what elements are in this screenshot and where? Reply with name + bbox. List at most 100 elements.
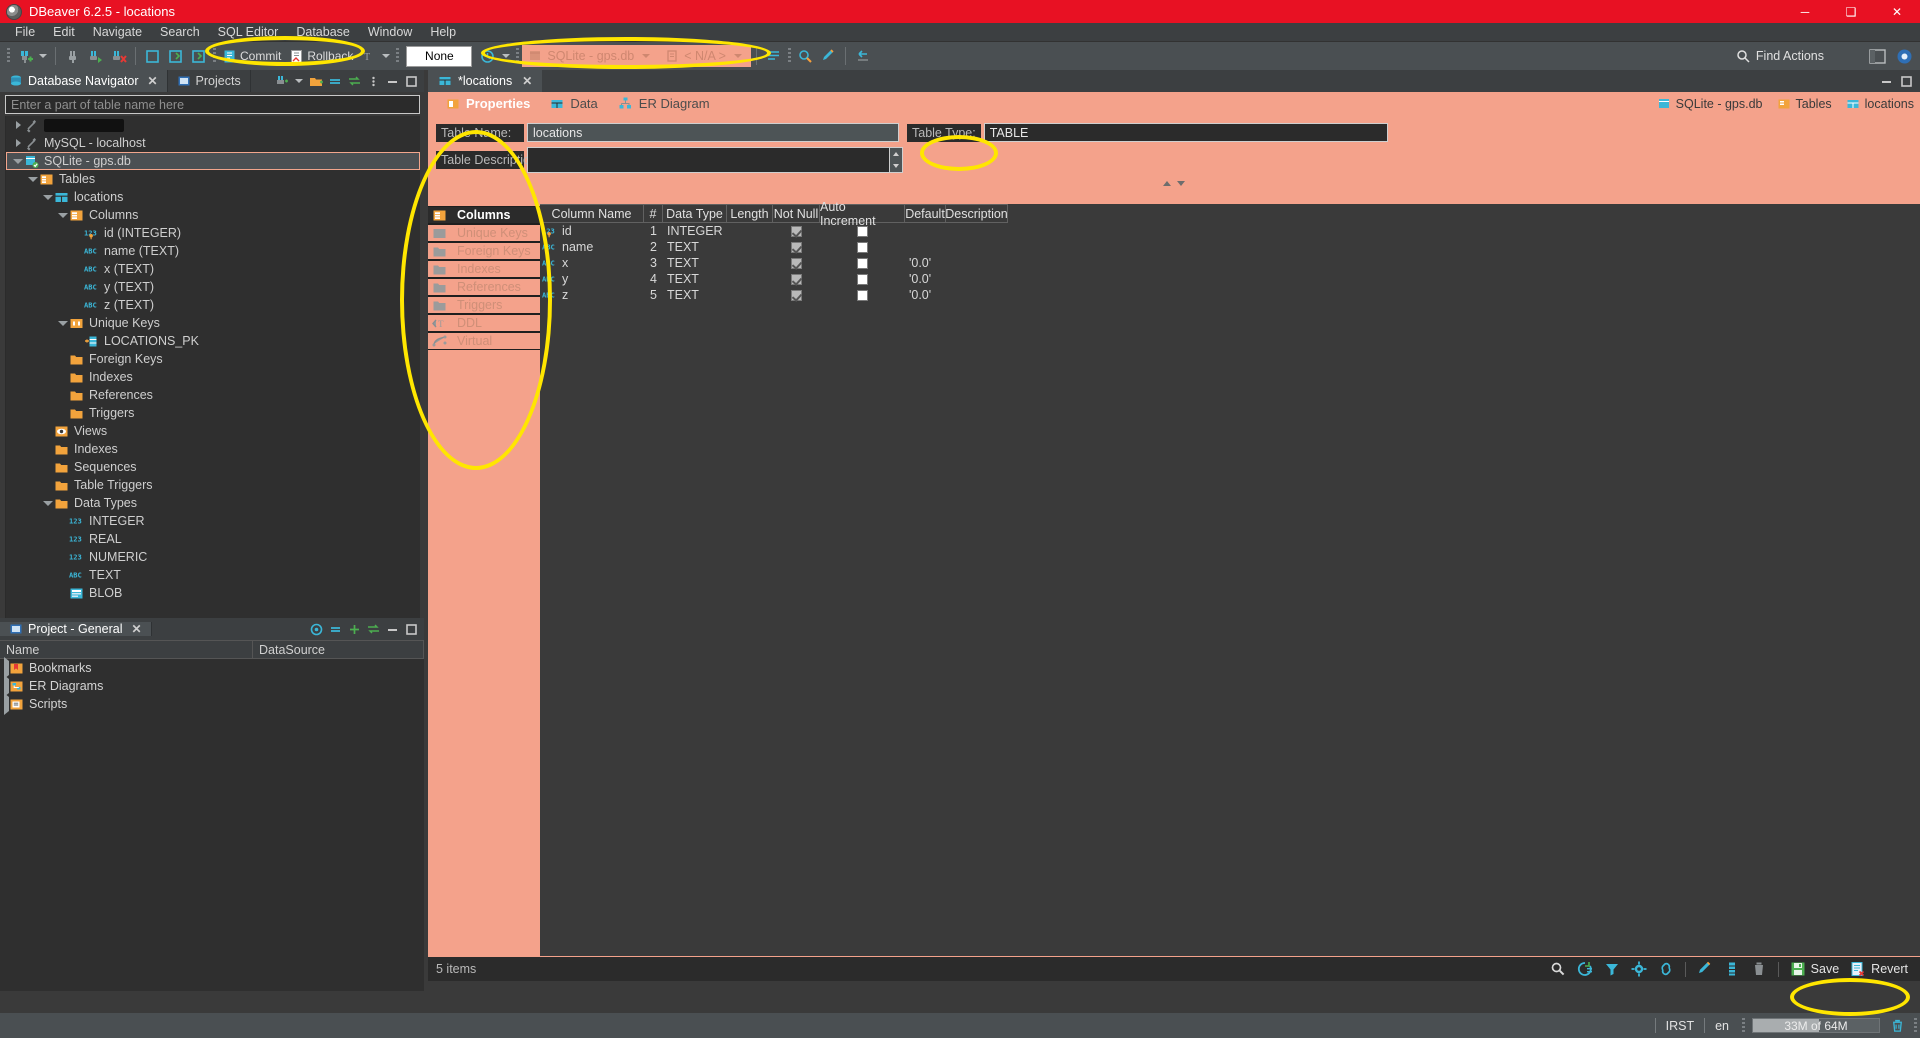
menu-file[interactable]: File — [6, 23, 44, 42]
edit-button[interactable] — [817, 45, 840, 67]
expand-arrow-icon[interactable] — [12, 121, 24, 129]
close-button[interactable]: ✕ — [1874, 0, 1920, 23]
auto-commit-dropdown[interactable] — [502, 54, 511, 58]
checkbox-auto-increment[interactable] — [857, 289, 868, 301]
collapse-all-icon[interactable] — [327, 73, 344, 90]
cell-auto-increment[interactable] — [820, 223, 905, 239]
grid-row[interactable]: ABC z 5 TEXT '0.0' — [540, 287, 1920, 303]
section-tab-ddl[interactable]: T DDL — [428, 314, 540, 332]
toolbar-grip[interactable] — [516, 48, 520, 64]
grid-row[interactable]: ABC x 3 TEXT '0.0' — [540, 255, 1920, 271]
grid-header-not-null[interactable]: Not Null — [773, 204, 820, 223]
toolbar-grip[interactable] — [7, 48, 10, 64]
refresh-grid-icon[interactable] — [1577, 961, 1593, 977]
collapse-all-icon[interactable] — [327, 621, 344, 638]
tree-item-sqlite-gps-db[interactable]: SQLite - gps.db — [6, 152, 420, 170]
transaction-mode-button[interactable]: T — [358, 45, 379, 67]
auto-commit-toggle[interactable] — [476, 45, 499, 67]
project-row[interactable]: Bookmarks — [0, 657, 424, 679]
link-grid-icon[interactable] — [1658, 961, 1674, 977]
tree-item-integer[interactable]: 123 INTEGER — [6, 512, 420, 530]
close-icon[interactable]: ✕ — [522, 74, 532, 88]
tree-item-blob[interactable]: BLOB — [6, 584, 420, 602]
tree-item-name-text[interactable]: ABC name (TEXT) — [6, 242, 420, 260]
maximize-panel-icon[interactable] — [403, 73, 420, 90]
terminate-connection-button[interactable] — [107, 45, 130, 67]
breadcrumb-item-table[interactable]: locations — [1846, 97, 1914, 111]
grid-header-column-name[interactable]: Column Name — [540, 204, 644, 223]
maximize-panel-icon[interactable] — [1898, 73, 1915, 90]
search-metadata-button[interactable] — [794, 45, 817, 67]
expand-arrow-icon[interactable] — [12, 139, 24, 147]
back-navigation-button[interactable] — [851, 45, 874, 67]
active-schema-selector[interactable]: < N/A > — [659, 45, 751, 67]
new-connection-dropdown[interactable] — [39, 54, 47, 58]
rollback-button[interactable]: Rollback — [286, 45, 358, 67]
active-connection-selector[interactable]: SQLite - gps.db — [522, 45, 660, 67]
collapse-arrow-icon[interactable] — [57, 212, 69, 218]
project-row[interactable]: Scripts — [0, 693, 424, 715]
menu-database[interactable]: Database — [287, 23, 359, 42]
table-filter-input[interactable]: Enter a part of table name here — [5, 95, 420, 114]
cell-not-null[interactable] — [773, 255, 820, 271]
checkbox-not-null[interactable] — [791, 257, 802, 269]
tab-properties[interactable]: Properties — [436, 92, 540, 115]
close-icon[interactable]: ✕ — [131, 622, 141, 636]
tree-item-x-text[interactable]: ABC x (TEXT) — [6, 260, 420, 278]
connection-dropdown-caret[interactable] — [642, 54, 651, 58]
menu-sql-editor[interactable]: SQL Editor — [209, 23, 288, 42]
columns-grid-body[interactable]: 123 id 1 INTEGER ABC name 2 TEXT ABC x 3 TEXT '0.0' A… — [540, 223, 1920, 303]
cell-not-null[interactable] — [773, 223, 820, 239]
grid-header-description[interactable]: Description — [945, 204, 1008, 223]
tree-item-views[interactable]: Views — [6, 422, 420, 440]
commit-button[interactable]: Commit — [219, 45, 286, 67]
grid-header-length[interactable]: Length — [727, 204, 773, 223]
settings-gear-icon[interactable] — [1631, 961, 1647, 977]
tree-item-locations[interactable]: locations — [6, 188, 420, 206]
tree-item-z-text[interactable]: ABC z (TEXT) — [6, 296, 420, 314]
checkbox-auto-increment[interactable] — [857, 257, 868, 269]
menu-window[interactable]: Window — [359, 23, 421, 42]
tree-item-y-text[interactable]: ABC y (TEXT) — [6, 278, 420, 296]
table-name-input[interactable]: locations — [527, 123, 899, 142]
tree-item-sequences[interactable]: Sequences — [6, 458, 420, 476]
section-tab-foreign-keys[interactable]: Foreign Keys — [428, 242, 540, 260]
checkbox-not-null[interactable] — [791, 241, 802, 253]
tree-item-mysql-localhost[interactable]: MySQL - localhost — [6, 134, 420, 152]
maximize-button[interactable]: ❑ — [1828, 0, 1874, 23]
grid-header-data-type[interactable]: Data Type — [663, 204, 727, 223]
new-sql-editor-button[interactable] — [141, 45, 164, 67]
recent-sql-script-button[interactable] — [187, 45, 210, 67]
tree-item-indexes[interactable]: Indexes — [6, 440, 420, 458]
new-connection-icon[interactable] — [273, 73, 290, 90]
disconnect-button[interactable] — [61, 45, 84, 67]
tree-item-indexes[interactable]: Indexes — [6, 368, 420, 386]
checkbox-not-null[interactable] — [791, 225, 802, 237]
section-tab-virtual[interactable]: Virtual — [428, 332, 540, 350]
heap-status-indicator[interactable]: 33M of 64M — [1752, 1018, 1880, 1033]
project-grid-body[interactable]: Bookmarks ER Diagrams Scripts — [0, 657, 424, 991]
checkbox-auto-increment[interactable] — [857, 241, 868, 253]
grid-header-[interactable]: # — [644, 204, 663, 223]
cell-not-null[interactable] — [773, 271, 820, 287]
collapse-arrow-icon[interactable] — [27, 176, 39, 182]
tree-item-numeric[interactable]: 123 NUMERIC — [6, 548, 420, 566]
pending-transactions-field[interactable]: None — [406, 45, 473, 67]
table-type-input[interactable]: TABLE — [983, 123, 1388, 142]
toolbar-grip[interactable] — [396, 48, 400, 64]
form-collapse-toggle[interactable] — [436, 178, 1912, 188]
menu-edit[interactable]: Edit — [44, 23, 84, 42]
edit-pencil-icon[interactable] — [1697, 961, 1713, 977]
cell-not-null[interactable] — [773, 239, 820, 255]
tree-item-data-types[interactable]: Data Types — [6, 494, 420, 512]
tab-database-navigator[interactable]: Database Navigator ✕ — [0, 70, 168, 92]
collapse-arrow-icon[interactable] — [42, 500, 54, 506]
object-section-tabs[interactable]: Columns Unique Keys Foreign Keys Indexes Ref… — [428, 204, 540, 956]
section-tab-columns[interactable]: Columns — [428, 206, 540, 224]
tree-item-locations-pk[interactable]: LOCATIONS_PK — [6, 332, 420, 350]
toolbar-grip[interactable] — [787, 48, 791, 64]
revert-button[interactable]: Revert — [1850, 961, 1908, 977]
minimize-button[interactable]: ─ — [1782, 0, 1828, 23]
section-tab-triggers[interactable]: Triggers — [428, 296, 540, 314]
breadcrumb-item-connection[interactable]: SQLite - gps.db — [1657, 97, 1763, 111]
